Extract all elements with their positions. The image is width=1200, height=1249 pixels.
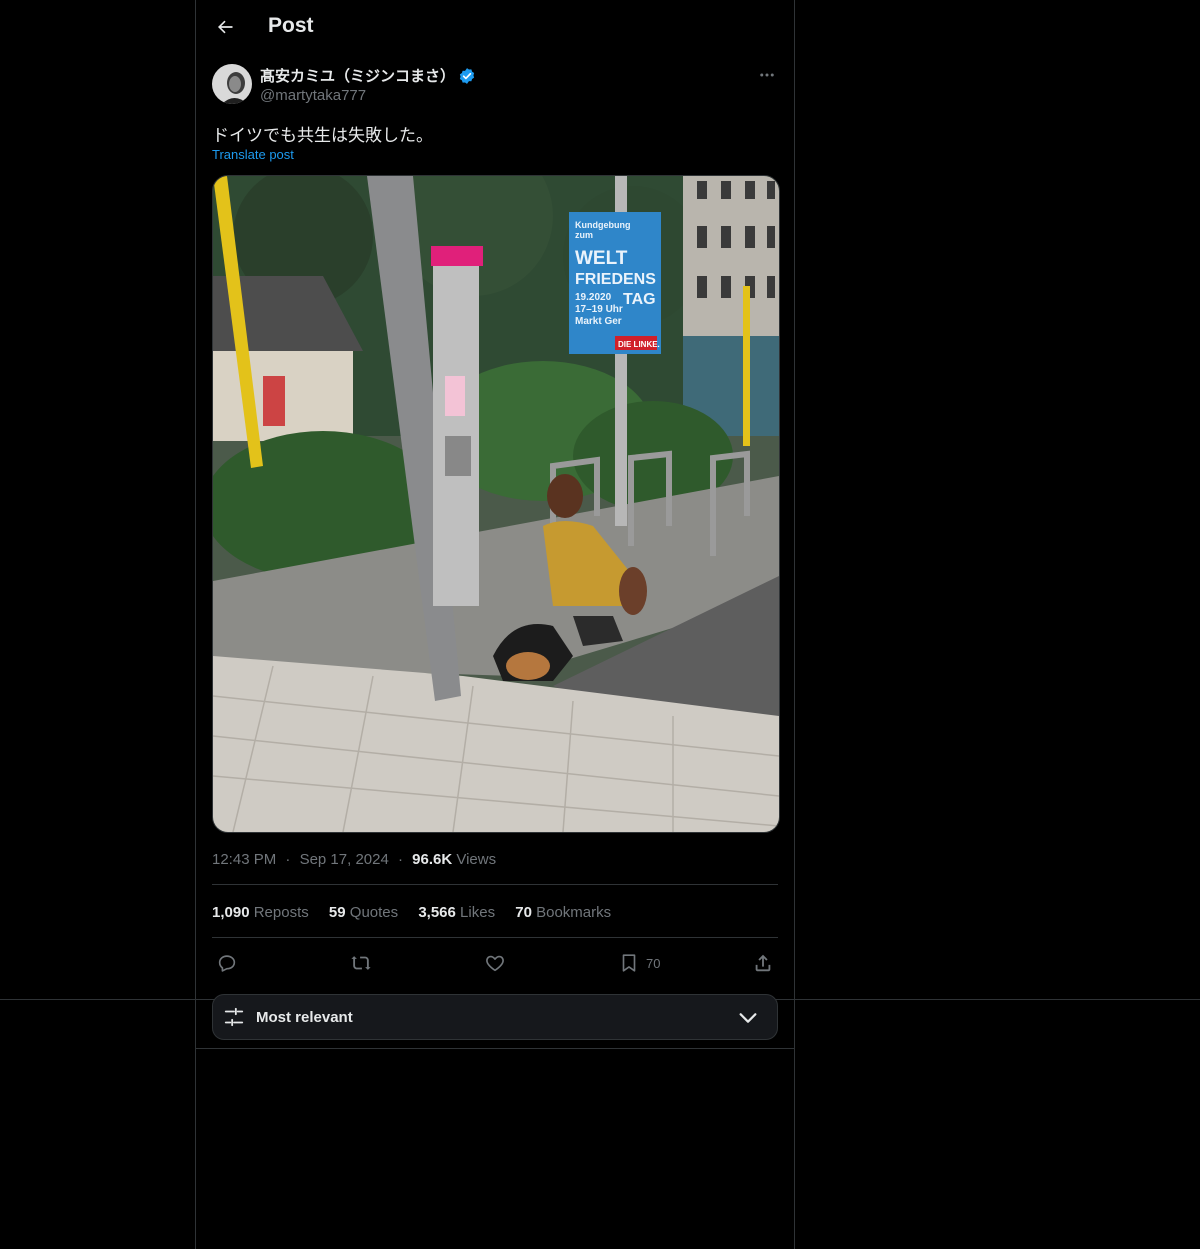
post-stats: 1,090 Reposts 59 Quotes 3,566 Likes 70 B…	[212, 904, 627, 921]
poster-line-1: Kundgebung	[575, 220, 631, 230]
poster-logo: DIE LINKE.	[618, 340, 660, 349]
avatar[interactable]	[212, 64, 252, 104]
poster-line-6: 19.2020	[575, 292, 612, 303]
stat-quotes[interactable]: 59 Quotes	[329, 904, 398, 921]
heart-icon	[486, 955, 504, 972]
views-label: Views	[456, 851, 497, 868]
bookmark-icon	[622, 954, 636, 972]
repost-button[interactable]	[350, 950, 372, 976]
post-date[interactable]: Sep 17, 2024	[300, 851, 389, 868]
arrow-left-icon	[218, 20, 233, 34]
more-options-button[interactable]	[756, 64, 778, 86]
divider	[196, 1048, 794, 1049]
bookmark-button[interactable]: 70	[618, 950, 660, 976]
poster-line-5: TAG	[623, 291, 656, 308]
poster-line-3: WELT	[575, 248, 628, 269]
bookmark-count: 70	[646, 955, 661, 971]
share-button[interactable]	[752, 950, 774, 976]
poster-line-4: FRIEDENS	[575, 271, 656, 288]
more-dots-icon	[760, 73, 774, 77]
post-time[interactable]: 12:43 PM	[212, 851, 276, 868]
stat-count: 70	[515, 904, 532, 921]
sort-label: Most relevant	[256, 1009, 353, 1026]
top-bar: Post	[196, 0, 794, 53]
post-text: ドイツでも共生は失敗した。	[212, 126, 433, 145]
like-button[interactable]	[484, 950, 506, 976]
back-button[interactable]	[208, 10, 242, 44]
poster-line-8: Markt Ger	[575, 316, 622, 327]
divider	[212, 937, 778, 938]
divider	[212, 884, 778, 885]
main-column: Post 髙安カミユ（ミジンコまさ） @martytaka777 ドイツでも共生…	[195, 0, 795, 1249]
repost-icon	[351, 956, 371, 970]
post-meta: 12:43 PM · Sep 17, 2024 · 96.6K Views	[212, 851, 496, 868]
stat-likes[interactable]: 3,566 Likes	[418, 904, 495, 921]
post-media-image[interactable]: Kundgebung zum WELT FRIEDENS TAG 19.2020…	[212, 175, 780, 833]
views-count: 96.6K	[412, 851, 453, 868]
sliders-icon	[224, 1007, 244, 1027]
stat-bookmarks[interactable]: 70 Bookmarks	[515, 904, 611, 921]
page-title: Post	[268, 14, 314, 37]
author-handle[interactable]: @martytaka777	[260, 87, 366, 104]
sort-replies-button[interactable]: Most relevant	[212, 994, 778, 1040]
share-icon	[755, 954, 771, 972]
stat-label: Bookmarks	[536, 904, 612, 921]
stat-label: Reposts	[253, 904, 309, 921]
stat-label: Quotes	[349, 904, 399, 921]
author-display-name[interactable]: 髙安カミユ（ミジンコまさ）	[260, 65, 455, 86]
stat-count: 59	[328, 904, 346, 921]
stat-label: Likes	[460, 904, 496, 921]
verified-badge-icon	[459, 68, 475, 84]
poster-line-7: 17–19 Uhr	[575, 304, 623, 315]
translate-post-link[interactable]: Translate post	[212, 147, 294, 162]
poster-line-2: zum	[575, 230, 593, 240]
stat-count: 3,566	[418, 904, 456, 921]
chevron-down-icon	[739, 1013, 757, 1023]
meta-separator: ·	[285, 851, 291, 868]
reply-icon	[218, 955, 236, 972]
meta-separator: ·	[397, 851, 403, 868]
stat-reposts[interactable]: 1,090 Reposts	[212, 904, 309, 921]
stat-count: 1,090	[212, 904, 250, 921]
reply-button[interactable]	[216, 950, 238, 976]
